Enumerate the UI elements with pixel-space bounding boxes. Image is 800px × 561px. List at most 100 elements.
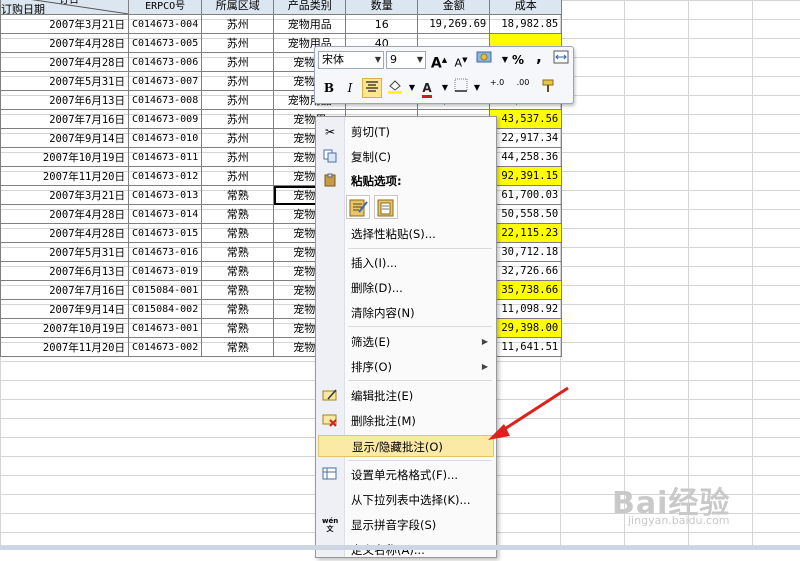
menu-item-delete[interactable]: 删除(D)... xyxy=(318,277,494,299)
menu-item-pick-from-list[interactable]: 从下拉列表中选择(K)... xyxy=(318,489,494,511)
cell-code[interactable]: C014673-015 xyxy=(127,223,203,243)
cell-code[interactable]: C014673-004 xyxy=(127,14,203,34)
cell-date[interactable]: 2007年9月14日 xyxy=(0,128,129,148)
cell-cost[interactable]: 11,098.92 xyxy=(489,299,563,319)
menu-item-copy[interactable]: 复制(C) xyxy=(318,146,494,168)
cell-region[interactable]: 常熟 xyxy=(201,318,275,338)
cell-region[interactable]: 常熟 xyxy=(201,337,275,357)
header-date[interactable]: 订日 订购日期 xyxy=(0,0,129,15)
shrink-font-button[interactable]: A▼ xyxy=(451,50,471,70)
cell-date[interactable]: 2007年4月28日 xyxy=(0,52,129,72)
menu-item-show-phonetic[interactable]: wén 文 显示拼音字段(S) xyxy=(318,514,494,536)
cell-date[interactable]: 2007年10月19日 xyxy=(0,318,129,338)
menu-item-format-cells[interactable]: 设置单元格格式(F)... xyxy=(318,464,494,486)
cell-date[interactable]: 2007年5月31日 xyxy=(0,71,129,91)
format-painter-button[interactable] xyxy=(539,78,559,98)
cell-region[interactable]: 苏州 xyxy=(201,33,275,53)
cell-region[interactable]: 常熟 xyxy=(201,204,275,224)
cell-code[interactable]: C014673-001 xyxy=(127,318,203,338)
menu-item-define-name[interactable]: 定义名称(A)... xyxy=(318,539,494,561)
cell-cost[interactable]: 35,738.66 xyxy=(489,280,563,300)
cell-region[interactable]: 苏州 xyxy=(201,128,275,148)
cell-qty[interactable]: 16 xyxy=(345,14,419,34)
increase-decimal-button[interactable]: +.0 xyxy=(485,78,509,98)
menu-item-filter[interactable]: 筛选(E) ▶ xyxy=(318,331,494,353)
cell-code[interactable]: C014673-019 xyxy=(127,261,203,281)
grow-font-button[interactable]: A▲ xyxy=(429,50,449,72)
cell-region[interactable]: 苏州 xyxy=(201,147,275,167)
cell-date[interactable]: 2007年5月31日 xyxy=(0,242,129,262)
accounting-format-button[interactable] xyxy=(475,50,495,70)
cell-cost[interactable]: 50,558.50 xyxy=(489,204,563,224)
cell-code[interactable]: C014673-005 xyxy=(127,33,203,53)
cell-region[interactable]: 苏州 xyxy=(201,71,275,91)
font-name-combo[interactable]: 宋体 ▼ xyxy=(318,51,384,69)
menu-item-insert[interactable]: 插入(I)... xyxy=(318,252,494,274)
cell-cost[interactable]: 61,700.03 xyxy=(489,185,563,205)
cell-code[interactable]: C015084-002 xyxy=(127,299,203,319)
font-size-combo[interactable]: 9 ▼ xyxy=(386,51,426,69)
cell-category[interactable]: 宠物用品 xyxy=(273,14,347,34)
cell-code[interactable]: C014673-013 xyxy=(127,185,203,205)
cell-date[interactable]: 2007年4月28日 xyxy=(0,204,129,224)
header-region[interactable]: 所属区域 xyxy=(201,0,275,15)
align-center-button[interactable] xyxy=(362,78,382,98)
cell-date[interactable]: 2007年10月19日 xyxy=(0,147,129,167)
cell-date[interactable]: 2007年3月21日 xyxy=(0,14,129,34)
cell-cost[interactable]: 22,115.23 xyxy=(489,223,563,243)
header-amount[interactable]: 金额 xyxy=(417,0,491,15)
cell-region[interactable]: 苏州 xyxy=(201,52,275,72)
cell-date[interactable]: 2007年9月14日 xyxy=(0,299,129,319)
cell-region[interactable]: 苏州 xyxy=(201,166,275,186)
cell-region[interactable]: 常熟 xyxy=(201,185,275,205)
cell-code[interactable]: C014673-010 xyxy=(127,128,203,148)
cell-region[interactable]: 常熟 xyxy=(201,280,275,300)
cell-region[interactable]: 常熟 xyxy=(201,242,275,262)
cell-date[interactable]: 2007年11月20日 xyxy=(0,337,129,357)
menu-item-delete-comment[interactable]: 删除批注(M) xyxy=(318,410,494,432)
italic-button[interactable]: I xyxy=(340,78,360,98)
header-code[interactable]: ERPCO号 xyxy=(127,0,203,15)
menu-item-sort[interactable]: 排序(O) ▶ xyxy=(318,356,494,378)
paste-formatting-icon[interactable] xyxy=(346,195,370,219)
cell-code[interactable]: C014673-007 xyxy=(127,71,203,91)
cell-cost[interactable]: 22,917.34 xyxy=(489,128,563,148)
chevron-down-icon[interactable]: ▼ xyxy=(467,78,487,98)
cell-cost[interactable]: 32,726.66 xyxy=(489,261,563,281)
cell-cost[interactable]: 29,398.00 xyxy=(489,318,563,338)
cell-code[interactable]: C014673-012 xyxy=(127,166,203,186)
cell-region[interactable]: 苏州 xyxy=(201,14,275,34)
font-color-button[interactable]: A xyxy=(417,78,437,98)
header-category[interactable]: 产品类别 xyxy=(273,0,347,15)
cell-amount[interactable]: 19,269.69 xyxy=(417,14,491,34)
cell-code[interactable]: C014673-002 xyxy=(127,337,203,357)
cell-date[interactable]: 2007年7月16日 xyxy=(0,109,129,129)
cell-cost[interactable]: 92,391.15 xyxy=(489,166,563,186)
menu-item-clear-contents[interactable]: 清除内容(N) xyxy=(318,302,494,324)
header-qty[interactable]: 数量 xyxy=(345,0,419,15)
cell-cost[interactable]: 44,258.36 xyxy=(489,147,563,167)
cell-date[interactable]: 2007年6月13日 xyxy=(0,90,129,110)
cell-cost[interactable]: 43,537.56 xyxy=(489,109,563,129)
cell-region[interactable]: 苏州 xyxy=(201,109,275,129)
cell-code[interactable]: C014673-008 xyxy=(127,90,203,110)
cell-code[interactable]: C014673-014 xyxy=(127,204,203,224)
header-cost[interactable]: 成本 xyxy=(489,0,563,15)
menu-item-show-hide-comment[interactable]: 显示/隐藏批注(O) xyxy=(318,435,494,457)
paste-icon[interactable] xyxy=(374,195,398,219)
cell-region[interactable]: 常熟 xyxy=(201,223,275,243)
cell-date[interactable]: 2007年4月28日 xyxy=(0,223,129,243)
merge-center-button[interactable] xyxy=(551,50,571,70)
cell-date[interactable]: 2007年4月28日 xyxy=(0,33,129,53)
cell-code[interactable]: C014673-006 xyxy=(127,52,203,72)
cell-code[interactable]: C014673-016 xyxy=(127,242,203,262)
menu-item-cut[interactable]: ✂ 剪切(T) xyxy=(318,121,494,143)
menu-item-edit-comment[interactable]: 编辑批注(E) xyxy=(318,385,494,407)
cell-region[interactable]: 常熟 xyxy=(201,299,275,319)
cell-date[interactable]: 2007年11月20日 xyxy=(0,166,129,186)
menu-item-paste-special[interactable]: 选择性粘贴(S)... xyxy=(318,223,494,245)
percent-style-button[interactable]: % xyxy=(508,50,528,70)
bold-button[interactable]: B xyxy=(319,78,339,98)
cell-date[interactable]: 2007年7月16日 xyxy=(0,280,129,300)
decrease-decimal-button[interactable]: .00 xyxy=(511,78,535,98)
